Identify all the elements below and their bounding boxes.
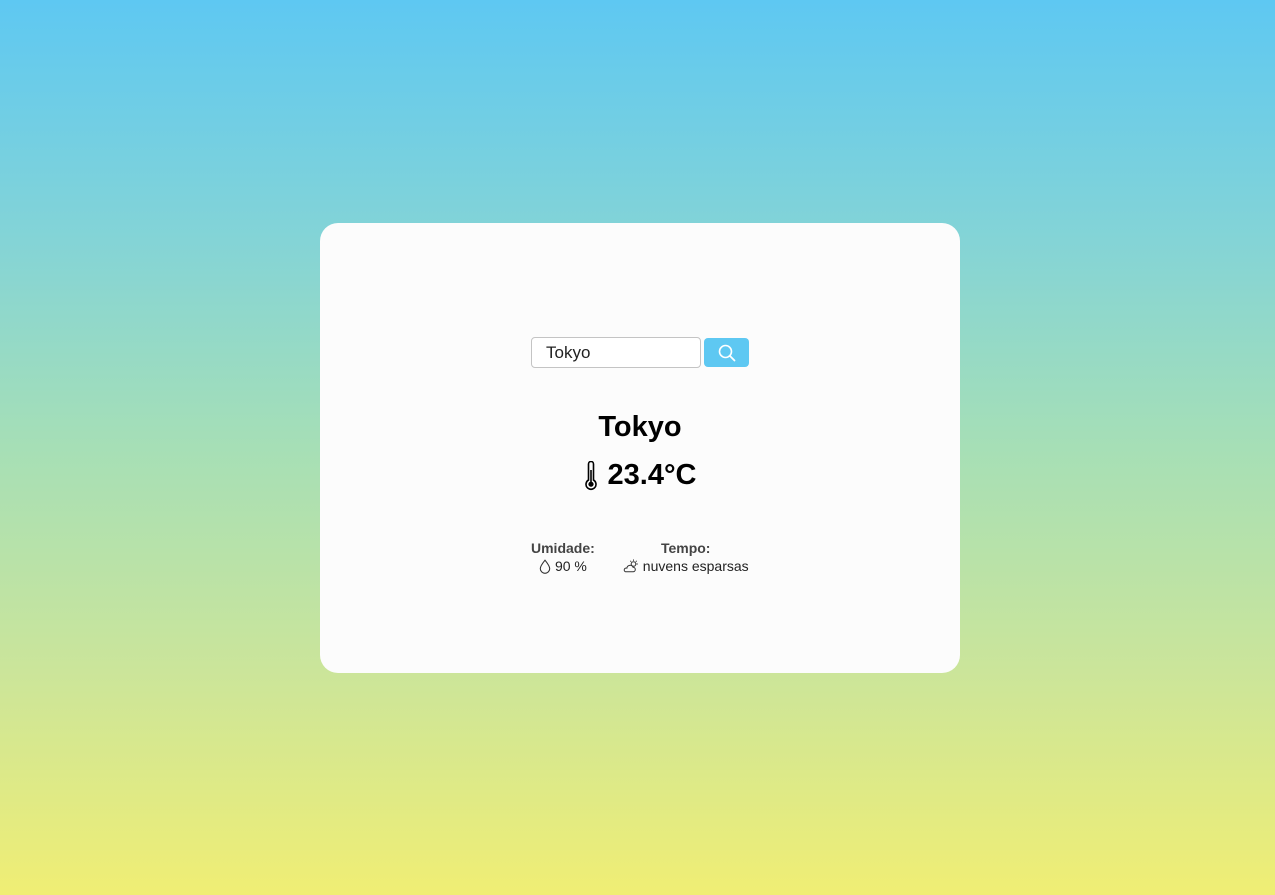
- search-bar: [531, 337, 749, 368]
- temperature-value: 23.4°C: [607, 459, 697, 491]
- droplet-icon: [539, 558, 551, 574]
- humidity-value-row: 90 %: [539, 557, 587, 575]
- weather-details: Umidade: 90 % Tempo: nuvens esparsas: [531, 539, 749, 575]
- humidity-value: 90 %: [554, 558, 587, 574]
- search-button[interactable]: [704, 338, 749, 367]
- humidity-detail: Umidade: 90 %: [531, 539, 595, 575]
- thermometer-icon: [584, 460, 598, 491]
- weather-card: Tokyo 23.4°C Umidade: 90 % Tempo: [320, 223, 960, 673]
- search-icon: [718, 344, 736, 362]
- city-search-input[interactable]: [531, 337, 701, 368]
- condition-value: nuvens esparsas: [642, 558, 749, 574]
- condition-value-row: nuvens esparsas: [623, 557, 749, 575]
- condition-detail: Tempo: nuvens esparsas: [623, 539, 749, 575]
- city-name: Tokyo: [598, 411, 682, 443]
- humidity-label: Umidade:: [531, 540, 595, 556]
- condition-label: Tempo:: [660, 540, 711, 556]
- cloud-sun-icon: [623, 559, 639, 573]
- temperature-row: 23.4°C: [320, 459, 960, 492]
